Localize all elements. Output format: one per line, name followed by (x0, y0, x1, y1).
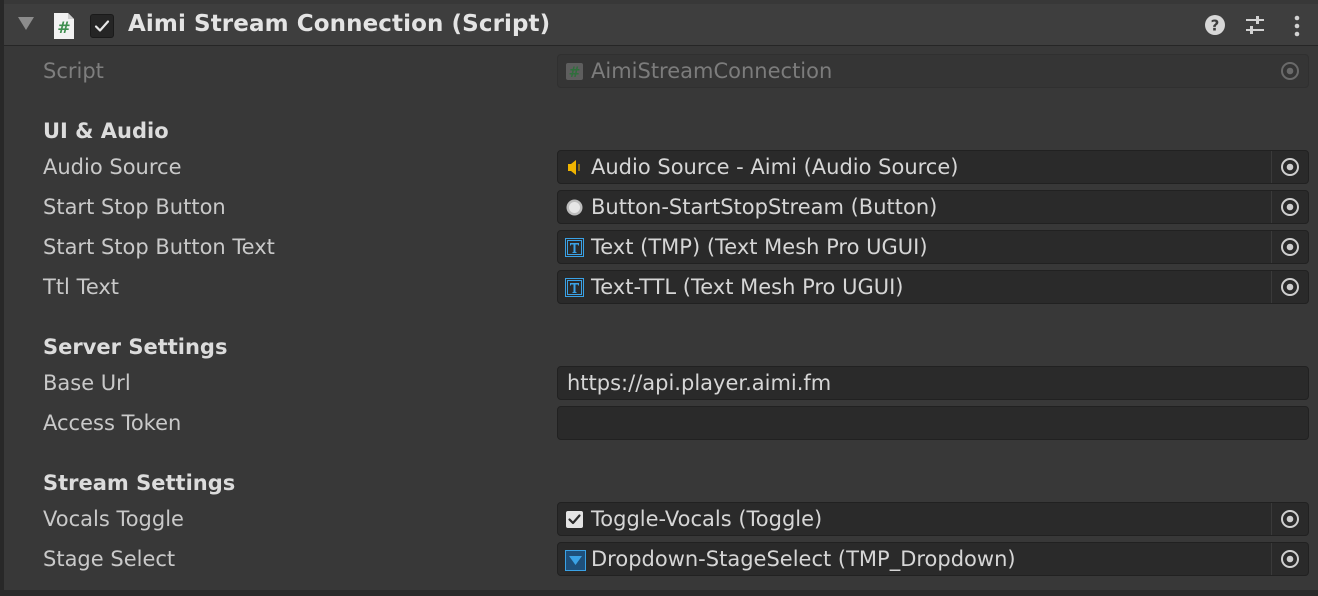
start-stop-button-text-field[interactable]: Text (TMP) (Text Mesh Pro UGUI) (557, 230, 1309, 264)
ttl-text-picker-icon[interactable] (1271, 271, 1308, 303)
vocals-toggle-picker-icon[interactable] (1271, 503, 1308, 535)
start-stop-button-text-picker-icon[interactable] (1271, 231, 1308, 263)
ttl-text-label: Ttl Text (43, 275, 120, 299)
start-stop-button-text-label: Start Stop Button Text (43, 235, 275, 259)
presets-sliders-icon[interactable] (1244, 14, 1266, 38)
script-label: Script (43, 59, 104, 83)
stage-select-field[interactable]: Dropdown-StageSelect (TMP_Dropdown) (557, 542, 1309, 576)
toggle-icon (565, 510, 584, 529)
more-options-icon[interactable] (1286, 14, 1308, 38)
audio-source-icon (565, 158, 584, 177)
access-token-input[interactable] (557, 406, 1309, 440)
audio-source-field[interactable]: Audio Source - Aimi (Audio Source) (557, 150, 1309, 184)
base-url-label: Base Url (43, 371, 131, 395)
script-file-icon: # (52, 12, 76, 40)
help-icon[interactable]: ? (1204, 14, 1226, 38)
svg-text:#: # (569, 65, 581, 81)
foldout-arrow-icon[interactable] (18, 17, 34, 30)
panel-left-edge (0, 0, 4, 596)
textmeshpro-icon (565, 278, 584, 297)
audio-source-label: Audio Source (43, 155, 182, 179)
start-stop-button-value: Button-StartStopStream (Button) (591, 195, 938, 219)
script-object-picker (1272, 55, 1308, 87)
audio-source-value: Audio Source - Aimi (Audio Source) (591, 155, 959, 179)
ttl-text-value: Text-TTL (Text Mesh Pro UGUI) (591, 275, 904, 299)
dropdown-icon (565, 550, 586, 571)
stage-select-picker-icon[interactable] (1271, 543, 1308, 575)
base-url-input[interactable]: https://api.player.aimi.fm (557, 366, 1309, 400)
section-ui-audio-header: UI & Audio (43, 119, 169, 143)
component-title: Aimi Stream Connection (Script) (128, 11, 551, 37)
stage-select-value: Dropdown-StageSelect (TMP_Dropdown) (591, 547, 1016, 571)
script-field: # AimiStreamConnection (557, 54, 1309, 88)
audio-source-picker-icon[interactable] (1271, 151, 1308, 183)
start-stop-button-text-value: Text (TMP) (Text Mesh Pro UGUI) (591, 235, 928, 259)
section-stream-settings-header: Stream Settings (43, 471, 236, 495)
start-stop-button-field[interactable]: Button-StartStopStream (Button) (557, 190, 1309, 224)
base-url-value: https://api.player.aimi.fm (567, 371, 832, 395)
start-stop-button-label: Start Stop Button (43, 195, 226, 219)
svg-text:#: # (57, 18, 70, 37)
svg-text:?: ? (1211, 17, 1220, 35)
start-stop-button-picker-icon[interactable] (1271, 191, 1308, 223)
component-enabled-checkbox[interactable] (90, 14, 114, 38)
button-icon (565, 198, 584, 217)
ttl-text-field[interactable]: Text-TTL (Text Mesh Pro UGUI) (557, 270, 1309, 304)
vocals-toggle-label: Vocals Toggle (43, 507, 184, 531)
section-server-settings-header: Server Settings (43, 335, 228, 359)
component-header[interactable]: # Aimi Stream Connection (Script) ? (4, 4, 1318, 46)
stage-select-label: Stage Select (43, 547, 176, 571)
vocals-toggle-field[interactable]: Toggle-Vocals (Toggle) (557, 502, 1309, 536)
panel-bottom-edge (0, 590, 1318, 596)
script-icon: # (565, 62, 584, 81)
script-field-value: AimiStreamConnection (591, 59, 833, 83)
vocals-toggle-value: Toggle-Vocals (Toggle) (591, 507, 823, 531)
inspector-panel: # Aimi Stream Connection (Script) ? Scri… (0, 0, 1318, 596)
access-token-label: Access Token (43, 411, 182, 435)
textmeshpro-icon (565, 238, 584, 257)
